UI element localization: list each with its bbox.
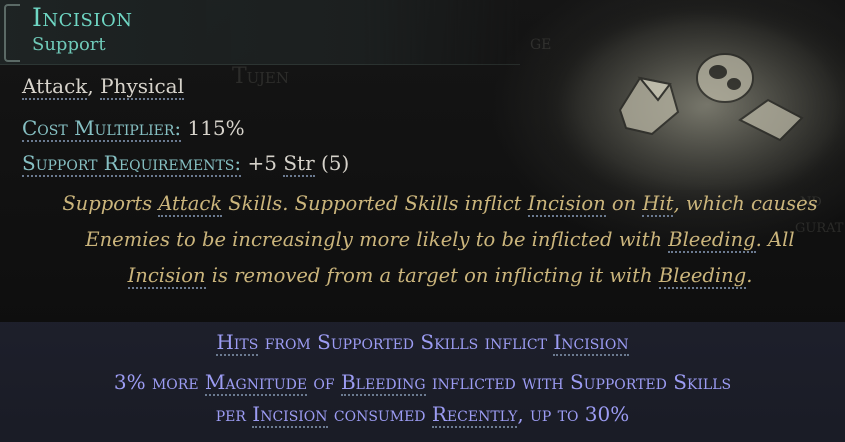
modifier-line: Hits from Supported Skills inflict Incis…: [0, 330, 845, 356]
gem-type: Support: [32, 34, 106, 55]
modifier-section: Hits from Supported Skills inflict Incis…: [0, 322, 845, 442]
gem-tooltip: Tujen ge nd gurat Incision Support Attac…: [0, 0, 845, 442]
keyword-bleeding[interactable]: Bleeding: [658, 264, 747, 289]
keyword-hit[interactable]: Hit: [642, 192, 674, 217]
keyword-incision[interactable]: Incision: [553, 330, 629, 356]
modifier-line: 3% more Magnitude of Bleeding inflicted …: [0, 370, 845, 396]
background-gem-art: [540, 0, 845, 190]
mod-text: of: [313, 370, 335, 394]
gem-name: Incision: [32, 3, 133, 32]
desc-text: Supports: [62, 192, 153, 215]
keyword-recently[interactable]: Recently: [431, 402, 518, 428]
modifier-line: per Incision consumed Recently, up to 30…: [0, 402, 845, 428]
mod-text: inflicted with Supported Skills: [431, 370, 732, 394]
tag-physical[interactable]: Physical: [100, 74, 184, 100]
gem-tags: Attack, Physical: [22, 74, 184, 100]
desc-text: Skills. Supported Skills inflict: [228, 192, 522, 215]
keyword-hits[interactable]: Hits: [216, 330, 259, 356]
support-requirements-label[interactable]: Support Requirements:: [22, 151, 242, 177]
keyword-bleeding[interactable]: Bleeding: [340, 370, 426, 396]
keyword-incision[interactable]: Incision: [252, 402, 328, 428]
mod-text: per: [215, 402, 246, 426]
requirement-prefix: +5: [247, 151, 277, 175]
keyword-attack[interactable]: Attack: [158, 192, 223, 217]
mod-text: from Supported Skills inflict: [264, 330, 547, 354]
support-requirements-row: Support Requirements: +5 Str (5): [22, 151, 350, 177]
requirement-attribute[interactable]: Str: [283, 151, 315, 177]
mod-text: 3% more: [113, 370, 199, 394]
desc-text: on: [611, 192, 637, 215]
background-text-tujen: Tujen: [232, 64, 290, 89]
keyword-incision[interactable]: Incision: [127, 264, 206, 289]
tag-separator: ,: [87, 74, 101, 98]
mod-text: , up to 30%: [517, 402, 630, 426]
keyword-bleeding[interactable]: Bleeding: [668, 228, 756, 253]
cost-multiplier-value: 115%: [187, 116, 245, 140]
header-frame: [4, 4, 20, 62]
desc-text: is removed from a target on inflicting i…: [211, 264, 653, 287]
desc-text: .: [746, 264, 753, 287]
keyword-magnitude[interactable]: Magnitude: [204, 370, 308, 396]
gem-description: Supports Attack Skills. Supported Skills…: [60, 186, 820, 294]
requirement-suffix: (5): [321, 151, 350, 175]
keyword-incision[interactable]: Incision: [527, 192, 606, 217]
cost-multiplier-row: Cost Multiplier: 115%: [22, 116, 245, 142]
desc-text: . All: [755, 228, 795, 251]
tag-attack[interactable]: Attack: [22, 74, 88, 100]
cost-multiplier-label[interactable]: Cost Multiplier:: [22, 116, 182, 142]
mod-text: consumed: [333, 402, 426, 426]
header-bar: Incision Support: [0, 0, 520, 65]
